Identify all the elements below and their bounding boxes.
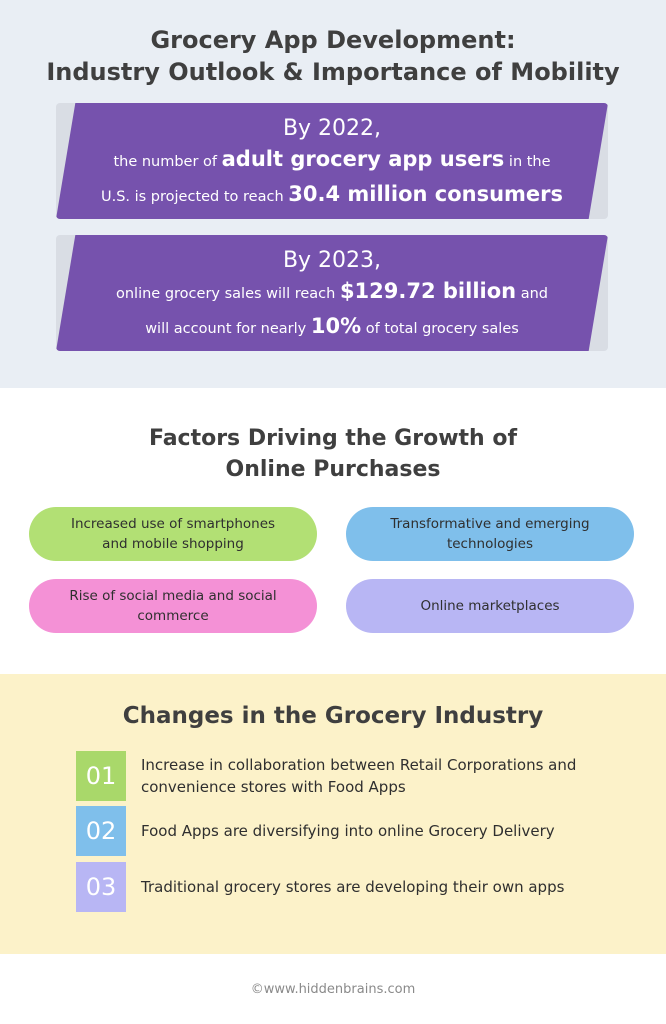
stat-text: the number of (113, 154, 222, 170)
infographic: Grocery App Development: Industry Outloo… (0, 0, 666, 1024)
banner-text: By 2022, the number of adult grocery app… (56, 103, 608, 219)
factor-online-marketplaces: Online marketplaces (346, 579, 634, 633)
stat-line-1: the number of adult grocery app users in… (56, 143, 608, 178)
factor-label-line-1: Online marketplaces (420, 598, 560, 614)
stat-highlight: 10% (310, 314, 362, 338)
stat-year: By 2022, (282, 116, 382, 141)
stat-text: in the (504, 154, 551, 170)
factor-label: Increased use of smartphones and mobile … (71, 514, 275, 554)
stat-text: of total grocery sales (361, 321, 519, 337)
page-title-line-1: Grocery App Development: (150, 26, 516, 54)
banner-text: By 2023, online grocery sales will reach… (56, 235, 608, 351)
factors-title: Factors Driving the Growth of Online Pur… (0, 423, 666, 485)
stat-line-2: will account for nearly 10% of total gro… (56, 310, 608, 345)
change-item-text: Food Apps are diversifying into online G… (141, 822, 555, 840)
factor-label-line-1: Rise of social media and social (69, 588, 277, 604)
stat-banner-2023: By 2023, online grocery sales will reach… (56, 235, 608, 351)
factor-label-line-2: technologies (446, 536, 534, 552)
stat-year: By 2023, (282, 248, 382, 273)
change-number-badge: 01 (76, 751, 126, 801)
change-item-text: Traditional grocery stores are developin… (141, 878, 565, 896)
stat-text: and (516, 286, 548, 302)
stat-highlight: adult grocery app users (221, 147, 505, 171)
changes-title: Changes in the Grocery Industry (122, 703, 544, 729)
change-item-line-1: Increase in collaboration between Retail… (141, 756, 577, 774)
change-item-text: Increase in collaboration between Retail… (141, 754, 631, 798)
factor-smartphones: Increased use of smartphones and mobile … (29, 507, 317, 561)
factor-label: Transformative and emerging technologies (390, 514, 589, 554)
factor-technologies: Transformative and emerging technologies (346, 507, 634, 561)
factor-label-line-2: and mobile shopping (102, 536, 244, 552)
stat-text: U.S. is projected to reach (100, 189, 289, 205)
factor-label: Rise of social media and social commerce (69, 586, 276, 626)
stat-line-2: U.S. is projected to reach 30.4 million … (56, 178, 608, 213)
change-number-badge: 02 (76, 806, 126, 856)
footer-credit: ©www.hiddenbrains.com (250, 982, 416, 997)
factor-label-line-1: Transformative and emerging (390, 516, 590, 532)
page-title-line-2: Industry Outlook & Importance of Mobilit… (46, 58, 620, 86)
factor-social-media: Rise of social media and social commerce (29, 579, 317, 633)
stat-highlight: $129.72 billion (339, 279, 517, 303)
stat-banner-2022: By 2022, the number of adult grocery app… (56, 103, 608, 219)
factor-label-line-1: Increased use of smartphones (70, 516, 276, 532)
factors-title-line-1: Factors Driving the Growth of (148, 426, 518, 451)
change-number-badge: 03 (76, 862, 126, 912)
stat-line-1: online grocery sales will reach $129.72 … (56, 275, 608, 310)
factor-label: Online marketplaces (420, 596, 559, 616)
page-title: Grocery App Development: Industry Outloo… (0, 24, 666, 88)
stat-text: will account for nearly (145, 321, 311, 337)
change-item-line-2: convenience stores with Food Apps (141, 778, 406, 796)
stat-highlight: 30.4 million consumers (288, 182, 564, 206)
factor-label-line-2: commerce (137, 608, 209, 624)
stat-text: online grocery sales will reach (116, 286, 340, 302)
factors-title-line-2: Online Purchases (225, 457, 441, 482)
